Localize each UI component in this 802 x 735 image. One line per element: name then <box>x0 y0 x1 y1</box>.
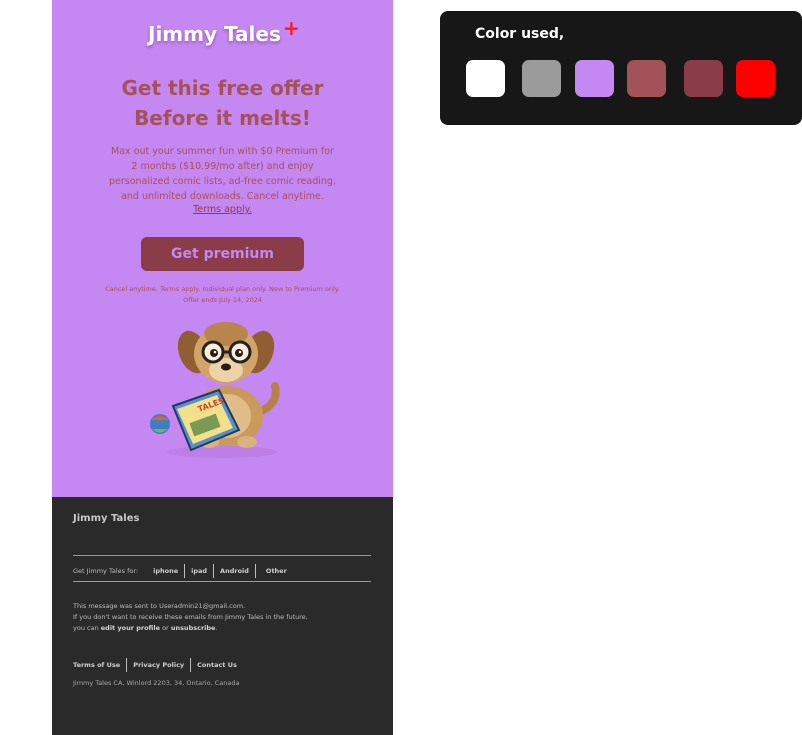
platform-link-iphone[interactable]: iphone <box>147 567 184 575</box>
hero-section: Jimmy Tales + Get this free offer Before… <box>52 0 393 497</box>
terms-of-use-link[interactable]: Terms of Use <box>73 661 126 669</box>
plus-icon: + <box>283 16 300 40</box>
email-preview: Jimmy Tales + Get this free offer Before… <box>52 0 393 735</box>
color-swatch <box>522 60 561 97</box>
fine-print-line: Offer ends July 14, 2024 <box>183 296 262 304</box>
message-text: . <box>215 624 218 632</box>
platform-link-android[interactable]: Android <box>214 567 255 575</box>
message-line: If you don't want to receive these email… <box>73 613 308 621</box>
color-swatch <box>736 60 775 97</box>
dog-reading-illustration: TALES <box>150 322 280 458</box>
get-app-label: Get Jimmy Tales for: <box>73 567 139 575</box>
fine-print: Cancel anytime. Terms apply. Individual … <box>82 284 363 306</box>
footer-divider <box>73 581 371 582</box>
palette-title: Color used, <box>475 26 565 42</box>
brand-logo: Jimmy Tales <box>148 22 281 46</box>
color-swatch <box>466 60 505 97</box>
offer-description: Max out your summer fun with $0 Premium … <box>92 144 353 204</box>
footer-divider <box>73 555 371 556</box>
footer-links: Terms of Use Privacy Policy Contact Us <box>73 658 237 672</box>
fine-print-line: Cancel anytime. Terms apply. Individual … <box>105 285 340 293</box>
footer-message: This message was sent to Useradmin21@gma… <box>73 601 308 634</box>
offer-line: personalized comic lists, ad-free comic … <box>109 176 336 187</box>
platform-link-ipad[interactable]: ipad <box>185 567 213 575</box>
offer-line: and unlimited downloads. Cancel anytime. <box>121 191 324 202</box>
message-line: This message was sent to Useradmin21@gma… <box>73 602 246 610</box>
unsubscribe-link[interactable]: unsubscribe <box>171 624 216 632</box>
company-address: Jimmy Tales CA, Winlord 2203, 34, Ontari… <box>73 679 240 687</box>
message-text: or <box>160 624 171 632</box>
edit-profile-link[interactable]: edit your profile <box>101 624 160 632</box>
email-footer: Jimmy Tales Get Jimmy Tales for: iphone … <box>52 497 393 735</box>
footer-brand: Jimmy Tales <box>73 513 140 524</box>
message-line: you can edit your profile or unsubscribe… <box>73 623 308 634</box>
platform-link-other[interactable]: Other <box>256 567 293 575</box>
app-links: Get Jimmy Tales for: iphone ipad Android… <box>73 564 293 578</box>
terms-apply-link[interactable]: Terms apply. <box>52 204 393 215</box>
headline-line-2: Before it melts! <box>134 106 311 130</box>
color-swatch <box>684 60 723 97</box>
get-premium-button[interactable]: Get premium <box>141 237 304 271</box>
privacy-policy-link[interactable]: Privacy Policy <box>127 661 190 669</box>
offer-line: 2 months ($10.99/mo after) and enjoy <box>131 161 314 172</box>
color-palette-card: Color used, <box>440 11 802 125</box>
color-swatch <box>575 60 614 97</box>
offer-line: Max out your summer fun with $0 Premium … <box>111 146 334 157</box>
headline-line-1: Get this free offer <box>121 76 324 100</box>
message-text: you can <box>73 624 101 632</box>
color-swatch <box>627 60 666 97</box>
contact-us-link[interactable]: Contact Us <box>191 661 237 669</box>
